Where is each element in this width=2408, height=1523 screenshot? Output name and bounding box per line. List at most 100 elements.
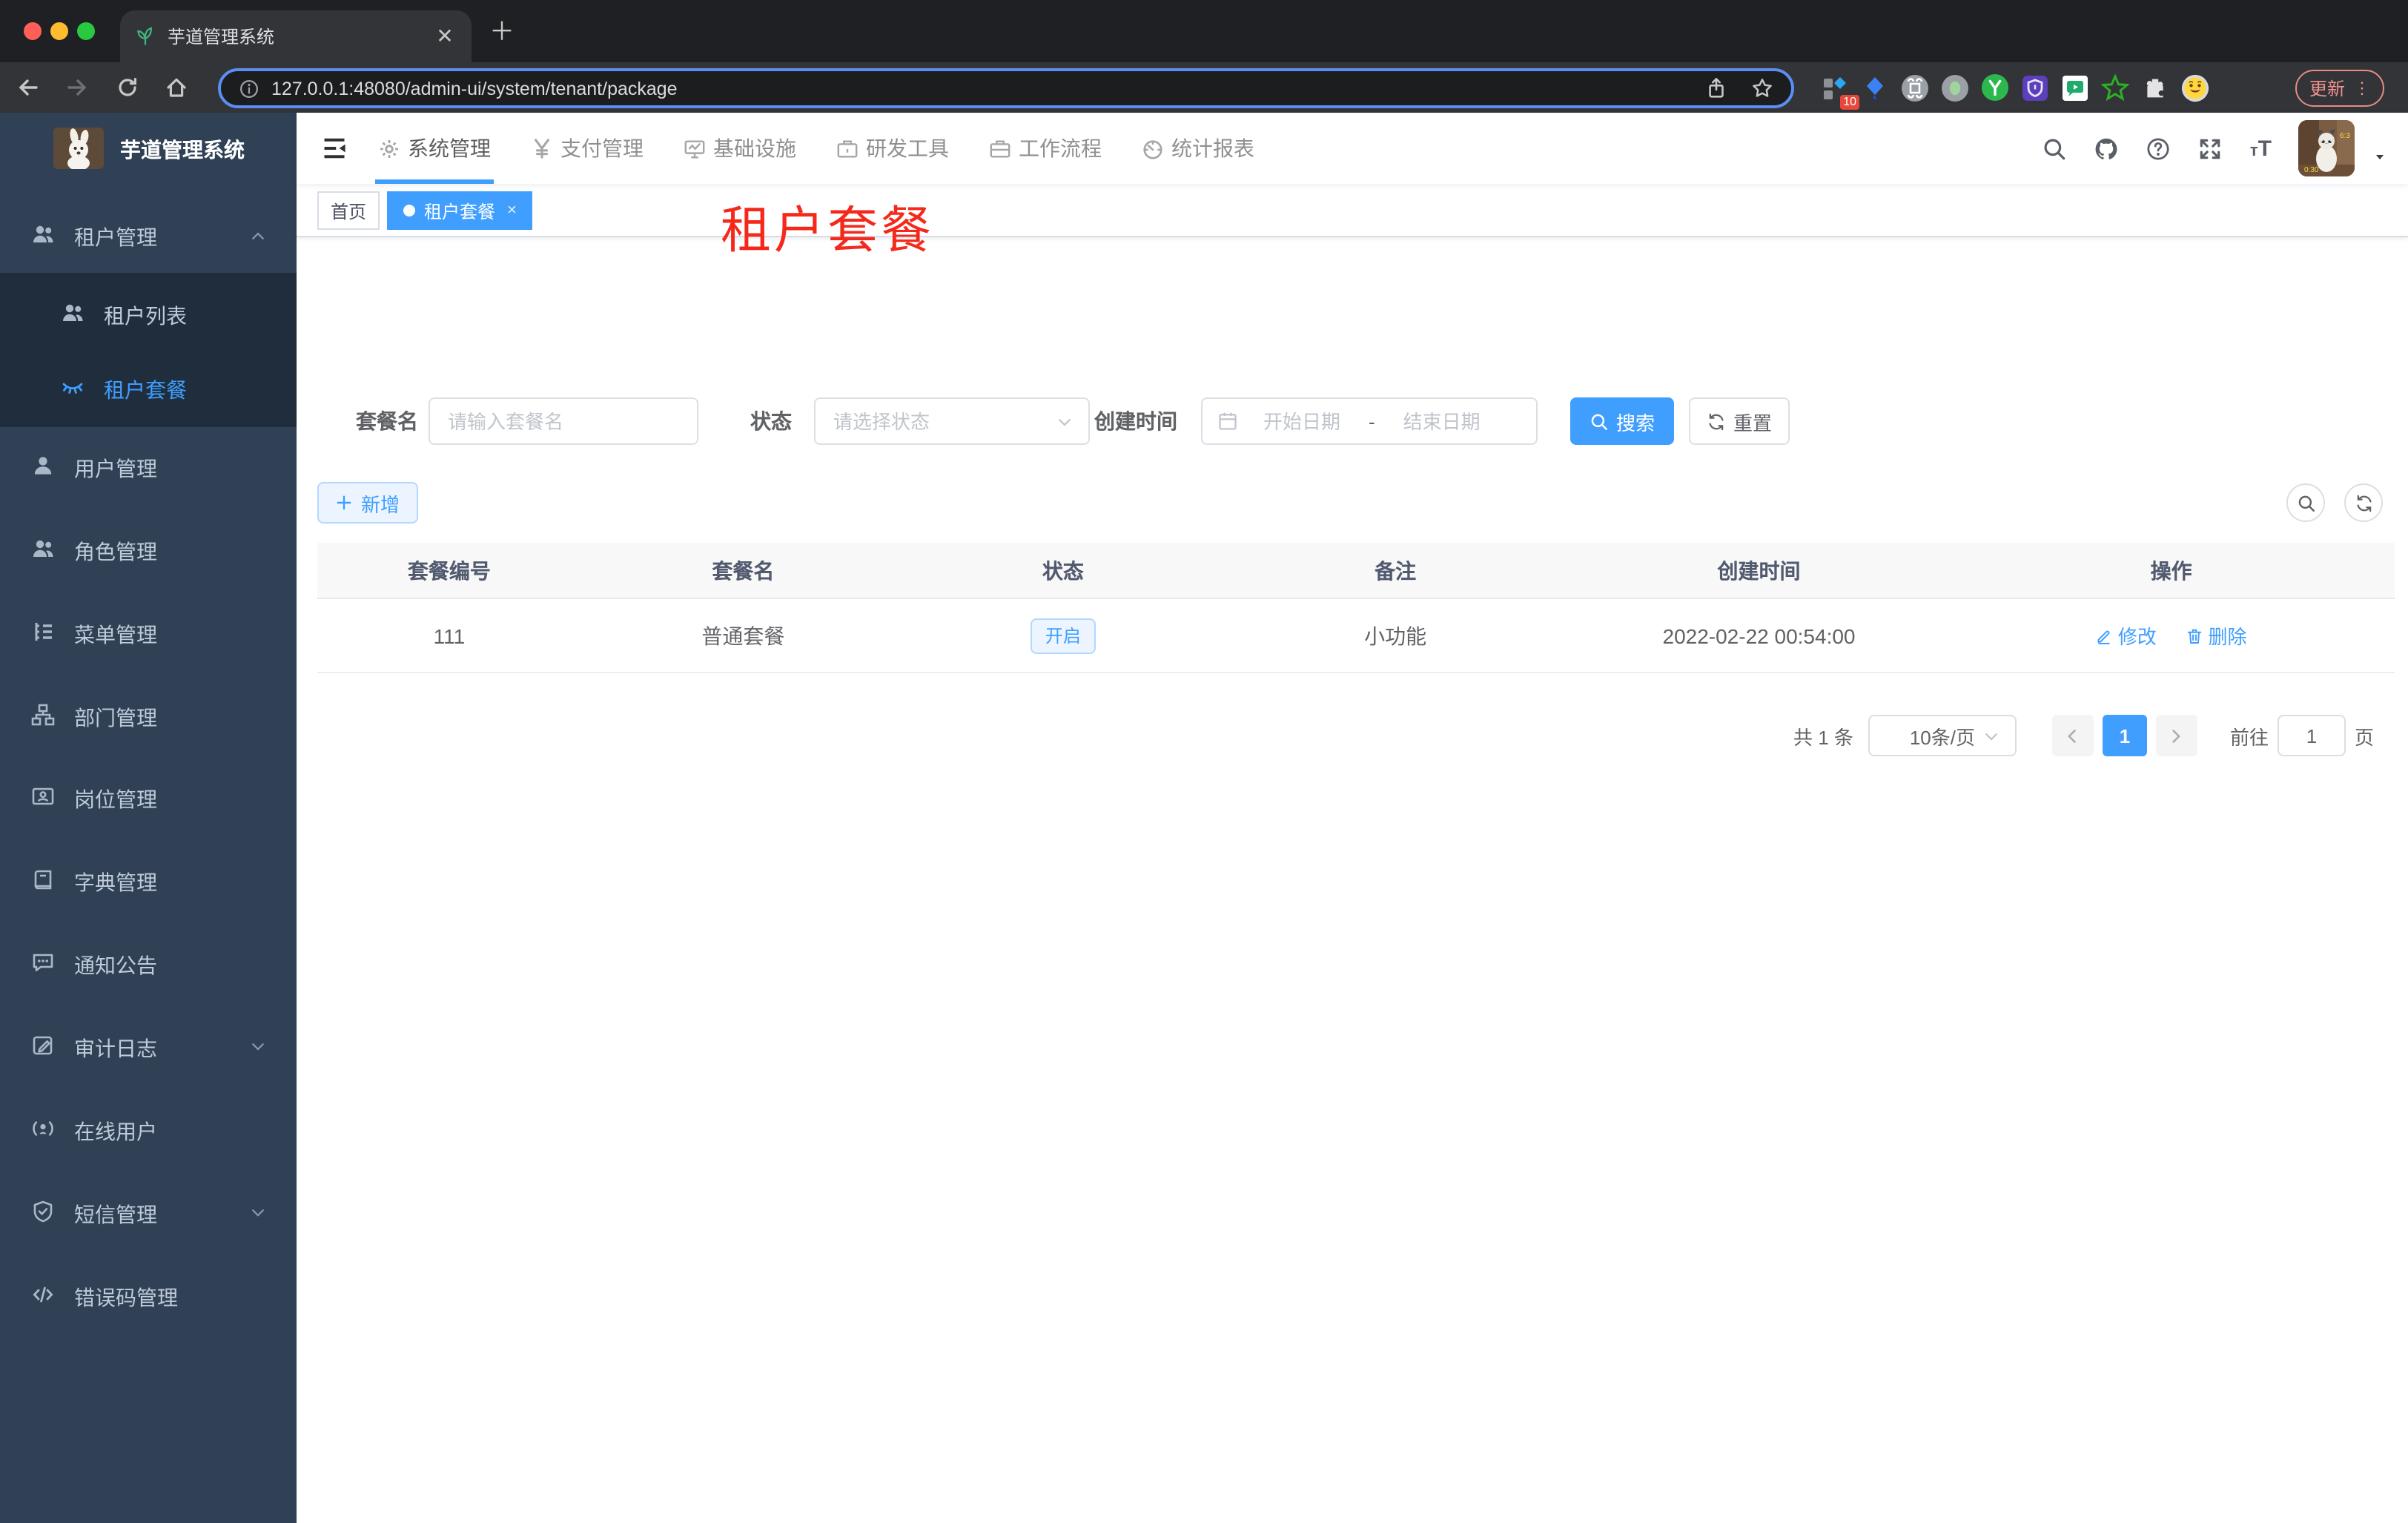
cell-remark: 小功能 — [1364, 624, 1427, 647]
browser-update-button[interactable]: 更新 ⋮ — [2295, 70, 2384, 107]
window-minimize-button[interactable] — [50, 22, 68, 40]
sidebar-item-dept-management[interactable]: 部门管理 — [0, 678, 297, 752]
sidebar-item-notice[interactable]: 通知公告 — [0, 925, 297, 1000]
search-button[interactable]: 搜索 — [1570, 397, 1674, 445]
topnav-system-management[interactable]: 系统管理 — [375, 113, 494, 184]
extension-command-icon[interactable] — [1901, 73, 1929, 102]
dashboard-icon — [1142, 137, 1164, 159]
chevron-down-icon — [1982, 728, 2000, 746]
extensions-puzzle-icon[interactable] — [2141, 73, 2169, 102]
browser-tab[interactable]: 芋道管理系统 ✕ — [120, 10, 472, 62]
page-number-current[interactable]: 1 — [2102, 715, 2147, 756]
table-refresh-button[interactable] — [2344, 483, 2383, 522]
tab-title: 芋道管理系统 — [168, 27, 275, 47]
edit-link[interactable]: 修改 — [2096, 621, 2157, 650]
tag-home[interactable]: 首页 — [317, 191, 380, 230]
package-name-field[interactable] — [429, 397, 698, 445]
url-bar[interactable]: 127.0.0.1:48080/admin-ui/system/tenant/p… — [218, 68, 1794, 108]
sidebar-item-tenant-management[interactable]: 租户管理 — [0, 197, 297, 271]
new-tab-button[interactable]: ＋ — [489, 18, 515, 47]
fullscreen-icon[interactable] — [2198, 136, 2223, 161]
extension-green-star-icon[interactable] — [2101, 73, 2129, 102]
sidebar-fold-icon[interactable] — [320, 135, 348, 162]
start-date-input[interactable] — [1238, 410, 1366, 432]
trash-icon — [2186, 627, 2203, 644]
prev-page-button[interactable] — [2051, 715, 2094, 756]
chevron-up-icon — [249, 227, 267, 245]
column-header: 操作 — [2150, 558, 2192, 582]
extension-kite-icon[interactable] — [1861, 73, 1889, 102]
extension-tag-grid-icon[interactable]: 10 — [1821, 73, 1859, 109]
next-page-button[interactable] — [2155, 715, 2197, 756]
browser-profile-avatar[interactable] — [2181, 73, 2209, 102]
bookmark-star-icon[interactable] — [1751, 77, 1773, 99]
app-title: 芋道管理系统 — [120, 138, 245, 162]
extension-letter-y-icon[interactable] — [1981, 73, 2009, 102]
topnav-statistics-report[interactable]: 统计报表 — [1142, 113, 1254, 184]
page-size-select[interactable]: 10条/页 — [1868, 715, 2017, 756]
share-icon[interactable] — [1705, 77, 1727, 99]
tag-tenant-package[interactable]: 租户套餐 × — [387, 191, 533, 230]
sidebar-item-role-management[interactable]: 角色管理 — [0, 512, 297, 586]
app-window: 芋道管理系统 租户管理 租户列表 租户套餐 用户管理 角色管理 菜单管理 部门管… — [0, 113, 2408, 1523]
browser-tabstrip: 芋道管理系统 ✕ ＋ — [0, 0, 2408, 62]
sidebar-item-post-management[interactable]: 岗位管理 — [0, 759, 297, 833]
end-date-input[interactable] — [1377, 410, 1506, 432]
reset-button[interactable]: 重置 — [1689, 397, 1790, 445]
window-close-button[interactable] — [24, 22, 42, 40]
sidebar-item-error-code[interactable]: 错误码管理 — [0, 1258, 297, 1332]
help-icon[interactable] — [2146, 136, 2172, 161]
logo-row[interactable]: 芋道管理系统 — [0, 113, 297, 184]
date-range-separator: - — [1369, 410, 1375, 432]
back-icon[interactable] — [16, 76, 40, 99]
edit-pen-icon — [2096, 627, 2114, 644]
add-button[interactable]: 新增 — [317, 482, 418, 523]
cell-status: 开启 — [905, 618, 1221, 653]
create-time-label: 创建时间 — [1094, 409, 1177, 433]
avatar-caret-down-icon[interactable] — [2372, 151, 2387, 163]
extensions-row: 10 — [1821, 62, 2209, 113]
package-name-input[interactable] — [430, 410, 697, 432]
goto-page-input[interactable] — [2277, 715, 2346, 756]
window-zoom-button[interactable] — [77, 22, 95, 40]
sidebar-item-user-management[interactable]: 用户管理 — [0, 429, 297, 503]
browser-menu-dots-icon[interactable]: ⋮ — [2354, 79, 2370, 98]
svg-text:0:30: 0:30 — [2304, 166, 2319, 174]
header-actions: тT 6:3 0:30 — [2042, 113, 2387, 184]
font-size-icon[interactable]: тT — [2250, 136, 2272, 161]
delete-link[interactable]: 删除 — [2186, 621, 2246, 650]
github-icon[interactable] — [2094, 136, 2120, 161]
extension-purple-shield-icon[interactable] — [2021, 73, 2049, 102]
topnav-workflow[interactable]: 工作流程 — [989, 113, 1102, 184]
sidebar-item-sms-management[interactable]: 短信管理 — [0, 1175, 297, 1249]
site-info-icon[interactable] — [239, 78, 259, 99]
cell-actions: 修改 删除 — [1948, 621, 2394, 650]
status-select-input[interactable] — [816, 410, 1088, 432]
search-icon[interactable] — [2042, 136, 2068, 161]
sidebar-item-dict-management[interactable]: 字典管理 — [0, 842, 297, 916]
tag-close-icon[interactable]: × — [507, 202, 517, 219]
sidebar-item-menu-management[interactable]: 菜单管理 — [0, 595, 297, 669]
sidebar-item-audit-log[interactable]: 审计日志 — [0, 1008, 297, 1083]
topnav-dev-tools[interactable]: 研发工具 — [836, 113, 949, 184]
cell-package-id: 111 — [433, 624, 466, 647]
forward-icon[interactable] — [65, 76, 89, 99]
home-icon[interactable] — [165, 76, 188, 99]
status-select[interactable] — [814, 397, 1090, 445]
tab-close-icon[interactable]: ✕ — [433, 24, 457, 49]
sidebar-item-tenant-list[interactable]: 租户列表 — [0, 276, 297, 350]
user-avatar[interactable]: 6:3 0:30 — [2298, 120, 2355, 176]
extension-green-chat-icon[interactable] — [2061, 73, 2089, 102]
extension-record-icon[interactable] — [1941, 73, 1969, 102]
sidebar-item-online-users[interactable]: 在线用户 — [0, 1091, 297, 1166]
topnav-infrastructure[interactable]: 基础设施 — [684, 113, 796, 184]
table-search-toggle-button[interactable] — [2286, 483, 2325, 522]
extension-badge: 10 — [1840, 94, 1859, 109]
reload-icon[interactable] — [116, 76, 139, 99]
plus-icon — [336, 494, 354, 512]
gear-icon — [378, 137, 400, 159]
topnav-payment-management[interactable]: 支付管理 — [531, 113, 644, 184]
calendar-icon — [1217, 411, 1238, 432]
sidebar-item-tenant-package[interactable]: 租户套餐 — [0, 350, 297, 424]
date-range-picker[interactable]: - — [1201, 397, 1538, 445]
